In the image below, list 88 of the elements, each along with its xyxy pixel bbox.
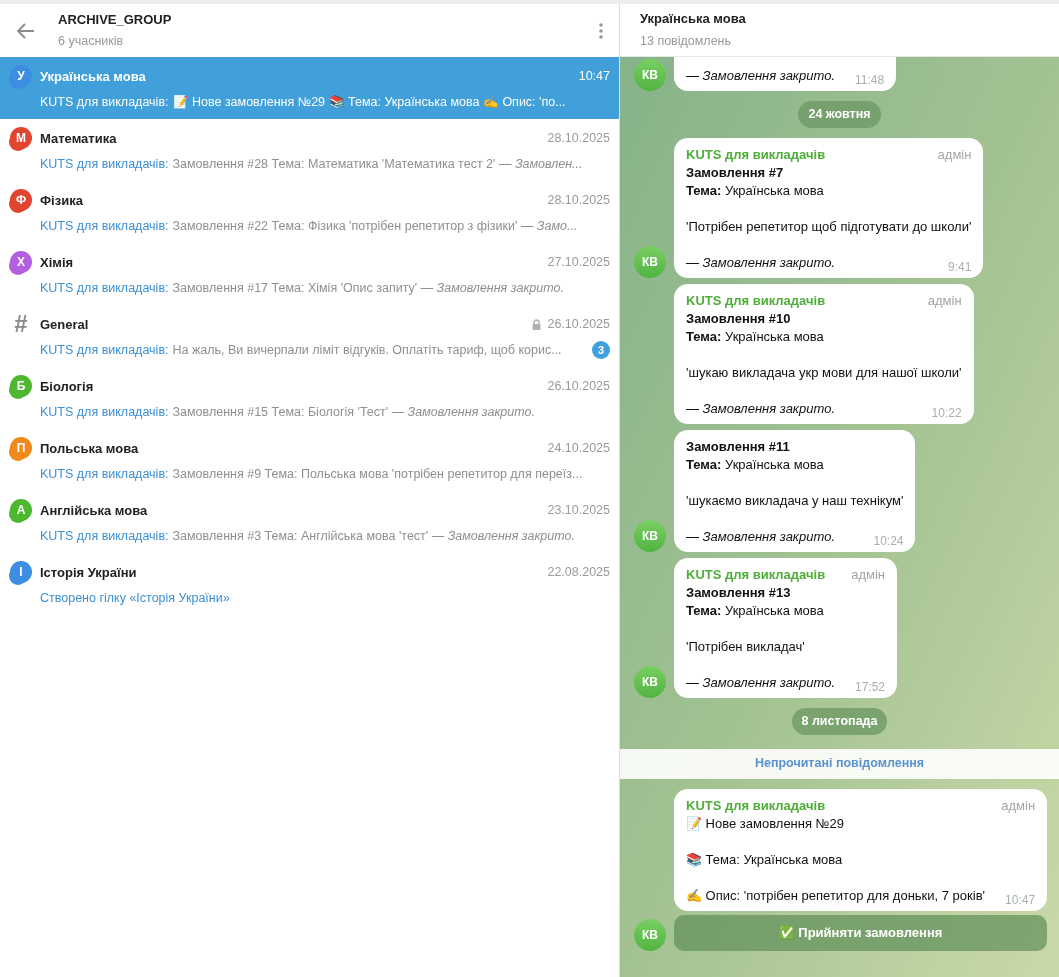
topic-name: Фізика	[40, 192, 84, 210]
message-text: Замовлення #13 Тема: Українська мова	[686, 583, 825, 620]
preview-sender: KUTS для викладачів:	[40, 155, 169, 173]
sender-name: KUTS для викладачів	[686, 565, 826, 584]
topic-name: Історія України	[40, 564, 138, 582]
message-text: 'Потрібен викладач'	[686, 637, 806, 656]
message-text: Замовлення #7 Тема: Українська мова	[686, 163, 825, 200]
topic-name: Англійська мова	[40, 502, 149, 520]
topic-time: 26.10.2025	[547, 378, 610, 396]
avatar: КВ	[634, 918, 666, 951]
more-icon[interactable]	[599, 22, 603, 39]
topic-time: 26.10.2025	[547, 316, 610, 334]
message-text: — Замовлення закрито.	[686, 399, 835, 418]
sender-name: KUTS для викладачів	[686, 145, 826, 164]
preview-text: 📝 Нове замовлення №29 📚 Тема: Українська мова ✍ Опис: 'по...	[172, 93, 566, 111]
topic-time: 28.10.2025	[547, 130, 610, 148]
preview-sender: KUTS для викладачів:	[40, 279, 169, 297]
message-time: 10:22	[931, 404, 962, 422]
avatar: КВ	[634, 245, 666, 278]
hash-icon: #	[10, 313, 32, 335]
role-label: адмін	[927, 291, 962, 310]
topic-time: 27.10.2025	[547, 254, 610, 272]
message-count: 13 повідомлень	[640, 32, 732, 50]
message-text: — Замовлення закрито.	[686, 673, 835, 692]
preview-text: Замовлення #28 Тема: Математика 'Математика тест 2' — Замовлен...	[172, 155, 583, 173]
preview-sender: KUTS для викладачів:	[40, 341, 169, 359]
topic-name: Математика	[40, 130, 118, 148]
topic-time: 23.10.2025	[547, 502, 610, 520]
topic-time: 10:47	[578, 68, 610, 86]
message-text: — Замовлення закрито.	[686, 67, 835, 85]
preview-text: Створено гілку «Історія України»	[40, 589, 230, 607]
preview-sender: KUTS для викладачів:	[40, 93, 169, 111]
message-time: 9:41	[948, 258, 972, 276]
message-time: 10:24	[873, 532, 904, 550]
chat-title: Українська мова	[640, 10, 747, 29]
topic-icon: Х	[10, 251, 32, 273]
topic-time: 22.08.2025	[547, 564, 610, 582]
preview-sender: KUTS для викладачів:	[40, 465, 169, 483]
preview-text: Замовлення #22 Тема: Фізика 'потрібен репетитор з фізики' — Замо...	[172, 217, 578, 235]
preview-text: Замовлення #9 Тема: Польська мова 'потрібен репетитор для переїз...	[172, 465, 583, 483]
group-title: ARCHIVE_GROUP	[58, 10, 173, 29]
message-text: — Замовлення закрито.	[686, 253, 835, 272]
message-text: 'шукаю викладача укр мови для нашої школи'	[686, 363, 962, 382]
topic-icon: П	[10, 437, 32, 459]
preview-text: Замовлення #3 Тема: Англійська мова 'тест' — Замовлення закрито.	[172, 527, 575, 545]
avatar: КВ	[634, 519, 666, 552]
avatar: КВ	[634, 665, 666, 698]
preview-text: На жаль, Ви вичерпали ліміт відгуків. Оплатіть тариф, щоб корис...	[172, 341, 562, 359]
topic-name: Українська мова	[40, 68, 147, 86]
preview-sender: KUTS для викладачів:	[40, 527, 169, 545]
date-pill: 24 жовтня	[798, 101, 881, 128]
message-text: 📚 Тема: Українська мова	[686, 850, 844, 869]
topic-icon: Ф	[10, 189, 32, 211]
topic-name: General	[40, 316, 90, 334]
topic-name: Хімія	[40, 254, 75, 272]
topic-time: 24.10.2025	[547, 440, 610, 458]
message-text: ✍ Опис: 'потрібен репетитор для доньки, 7 років'	[686, 886, 986, 905]
message-text: 'шукаємо викладача у наш технікум'	[686, 491, 904, 510]
topic-name: Польська мова	[40, 440, 140, 458]
message-text: Замовлення #11 Тема: Українська мова	[686, 437, 825, 474]
topic-icon: І	[10, 561, 32, 583]
message-text: 📝 Нове замовлення №29	[686, 814, 846, 833]
topic-icon: Б	[10, 375, 32, 397]
back-icon[interactable]	[16, 20, 36, 41]
role-label: адмін	[937, 145, 972, 164]
topic-time: 28.10.2025	[547, 192, 610, 210]
message-text: 'Потрібен репетитор щоб підготувати до школи'	[686, 217, 972, 236]
topic-icon: А	[10, 499, 32, 521]
unread-badge: 3	[592, 340, 610, 359]
sender-name: KUTS для викладачів	[686, 291, 826, 310]
message-text: Замовлення #10 Тема: Українська мова	[686, 309, 825, 346]
preview-sender: KUTS для викладачів:	[40, 217, 169, 235]
date-pill: 8 листопада	[791, 707, 888, 735]
preview-text: Замовлення #15 Тема: Біологія 'Тест' — Замовлення закрито.	[172, 403, 535, 421]
preview-sender: KUTS для викладачів:	[40, 403, 169, 421]
role-label: адмін	[851, 565, 886, 584]
topic-name: Біологія	[40, 378, 95, 396]
message-text: — Замовлення закрито.	[686, 527, 835, 546]
sender-name: KUTS для викладачів	[686, 796, 826, 815]
role-label: адмін	[1001, 796, 1036, 815]
topic-icon: У	[10, 65, 32, 87]
message-time: 10:47	[1005, 891, 1036, 909]
message-time: 11:48	[855, 72, 885, 89]
avatar: КВ	[634, 59, 666, 91]
message-time: 17:52	[855, 678, 886, 696]
member-count: 6 учасників	[58, 33, 125, 51]
topic-icon: М	[10, 127, 32, 149]
preview-text: Замовлення #17 Тема: Хімія 'Опис запиту' — Замовлення закрито.	[172, 279, 564, 297]
